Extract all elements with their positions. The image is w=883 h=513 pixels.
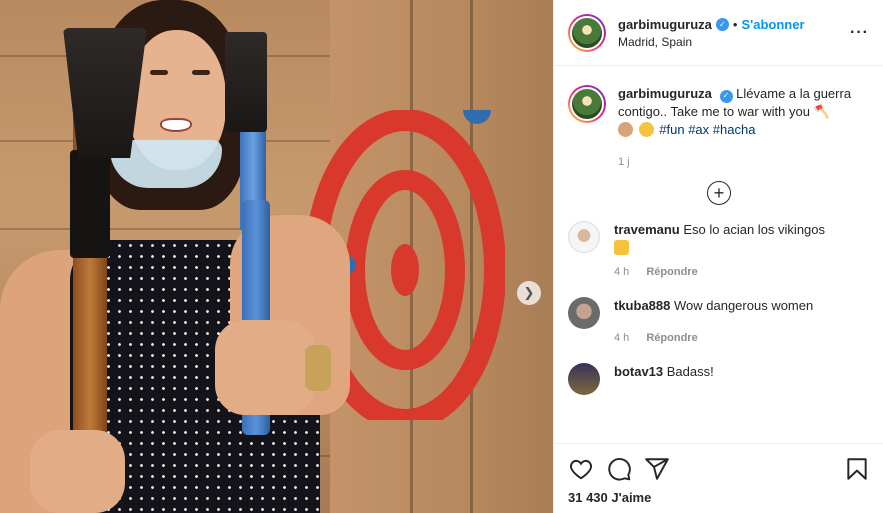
- plus-circle-icon[interactable]: +: [707, 181, 731, 205]
- post-photo[interactable]: ❯: [0, 0, 553, 513]
- verified-badge-icon: ✓: [715, 17, 729, 31]
- chevron-right-icon: ❯: [523, 285, 535, 300]
- likes-label: J'aime: [611, 490, 652, 505]
- caption-username[interactable]: garbimuguruza: [618, 86, 712, 101]
- comment-username[interactable]: travemanu: [614, 222, 680, 237]
- follow-button[interactable]: S'abonner: [741, 17, 804, 32]
- next-photo-button[interactable]: ❯: [517, 281, 541, 305]
- hashtag-link[interactable]: #ax: [688, 122, 709, 137]
- author-avatar[interactable]: [568, 13, 606, 52]
- comment-bubble-icon[interactable]: [606, 456, 632, 482]
- post-header: garbimuguruza ✓ • S'abonner Madrid, Spai…: [554, 0, 883, 66]
- likes-count[interactable]: 31 430 J'aime: [568, 490, 870, 505]
- instagram-post: ❯ garbimuguruza ✓ • S'abonner Madrid, Sp…: [0, 0, 883, 513]
- wrist-watch: [305, 345, 331, 391]
- comment-item: tkuba888 Wow dangerous women 4 h Répondr…: [554, 281, 883, 347]
- hashtag-link[interactable]: #fun: [659, 122, 684, 137]
- post-caption: garbimuguruza ✓ Llévame a la guerra cont…: [554, 67, 883, 171]
- likes-number: 31 430: [568, 490, 608, 505]
- comment-item: botav13 Badass!: [554, 347, 883, 395]
- caption-time: 1 j: [618, 156, 630, 168]
- caption-author-avatar[interactable]: [568, 85, 606, 123]
- hashtag-link[interactable]: #hacha: [713, 122, 756, 137]
- comment-time: 4 h: [614, 332, 630, 344]
- comment-text: Eso lo acian los vikingos: [683, 222, 826, 237]
- axe-emoji-icon: 🪓: [813, 104, 830, 119]
- grimacing-emoji-icon: [638, 122, 654, 137]
- commenter-avatar[interactable]: [568, 297, 600, 329]
- reply-button[interactable]: Répondre: [646, 332, 697, 344]
- load-more-comments[interactable]: +: [554, 181, 883, 205]
- verified-badge-icon: ✓: [719, 89, 733, 103]
- paper-plane-icon[interactable]: [644, 456, 670, 482]
- comment-item: travemanu Eso lo acian los vikingos 4 h …: [554, 209, 883, 281]
- more-options-icon[interactable]: ···: [850, 24, 869, 42]
- bookmark-icon[interactable]: [844, 456, 870, 482]
- comment-time: 4 h: [614, 266, 630, 278]
- post-actions: 31 430 J'aime: [554, 443, 883, 513]
- commenter-avatar[interactable]: [568, 363, 600, 395]
- right-hand: [215, 320, 315, 415]
- post-side-panel: garbimuguruza ✓ • S'abonner Madrid, Spai…: [553, 0, 883, 513]
- comments-list[interactable]: garbimuguruza ✓ Llévame a la guerra cont…: [554, 67, 883, 443]
- thumbs-up-emoji-icon: [614, 240, 629, 255]
- heart-icon[interactable]: [568, 456, 594, 482]
- post-location[interactable]: Madrid, Spain: [618, 35, 850, 49]
- fist-emoji-icon: [618, 122, 633, 137]
- right-axe-head: [225, 32, 267, 132]
- comment-text: Badass!: [666, 364, 714, 379]
- commenter-avatar[interactable]: [568, 221, 600, 253]
- reply-button[interactable]: Répondre: [646, 266, 697, 278]
- teeth-grin: [160, 118, 192, 132]
- left-hand: [30, 430, 125, 513]
- comment-username[interactable]: tkuba888: [614, 298, 670, 313]
- comment-text: Wow dangerous women: [674, 298, 814, 313]
- author-username[interactable]: garbimuguruza: [618, 17, 712, 32]
- separator-dot: •: [732, 16, 738, 32]
- comment-username[interactable]: botav13: [614, 364, 663, 379]
